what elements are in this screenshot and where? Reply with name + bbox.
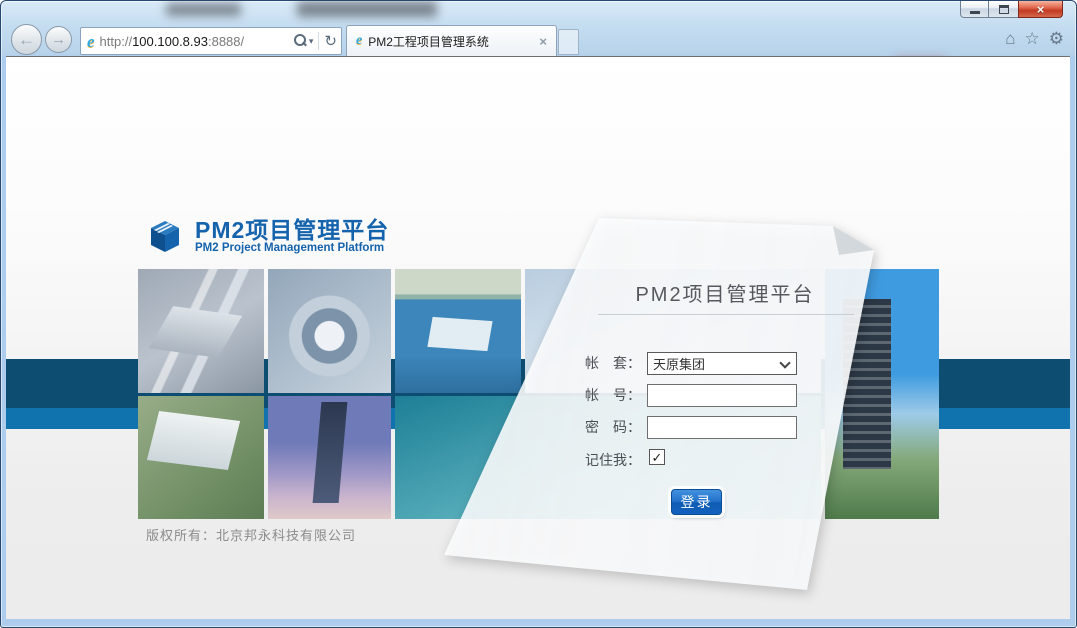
login-button-label: 登录 <box>681 492 713 512</box>
search-dropdown-caret-icon[interactable]: ▾ <box>309 36 314 47</box>
site-ie-icon: e <box>87 33 95 50</box>
browser-tab[interactable]: e PM2工程项目管理系统 × <box>346 25 557 56</box>
login-button[interactable]: 登录 <box>671 489 722 515</box>
minimize-icon <box>970 11 980 14</box>
maximize-button[interactable] <box>989 1 1018 18</box>
maximize-icon <box>999 5 1009 14</box>
navigation-bar: ← → e http://100.100.8.93:8888/ ▾ ↻ e PM… <box>1 23 1076 56</box>
tab-title: PM2工程项目管理系统 <box>368 33 537 50</box>
url-host: 100.100.8.93 <box>132 34 208 49</box>
tab-close-icon[interactable]: × <box>537 34 549 49</box>
address-divider <box>318 32 319 50</box>
settings-gear-icon[interactable]: ⚙ <box>1049 30 1064 47</box>
close-icon: × <box>1037 3 1045 16</box>
address-bar-icons: ▾ ↻ <box>293 32 337 50</box>
password-control <box>647 416 797 439</box>
back-button[interactable]: ← <box>11 24 42 55</box>
window-controls: × <box>960 1 1063 18</box>
browser-window: × ← → e http://100.100.8.93:8888/ ▾ ↻ e … <box>0 0 1077 628</box>
account-set-control: 天原集团 <box>647 352 797 375</box>
account-set-label: 帐 套： <box>558 352 641 375</box>
password-label: 密 码： <box>558 416 641 439</box>
forward-icon: → <box>51 31 66 48</box>
account-set-select[interactable]: 天原集团 <box>647 352 797 375</box>
account-control <box>647 384 797 407</box>
copyright-text: 版权所有：北京邦永科技有限公司 <box>146 525 356 544</box>
favorites-star-icon[interactable]: ☆ <box>1025 30 1040 47</box>
refresh-icon[interactable]: ↻ <box>324 34 337 49</box>
minimize-button[interactable] <box>960 1 989 18</box>
home-icon[interactable]: ⌂ <box>1005 30 1015 47</box>
remember-me-checkbox[interactable]: ✓ <box>649 449 665 465</box>
login-title-divider <box>598 314 854 315</box>
remember-me-label: 记住我： <box>558 449 641 472</box>
url-text: http://100.100.8.93:8888/ <box>100 34 293 49</box>
close-window-button[interactable]: × <box>1018 1 1063 18</box>
account-set-value: 天原集团 <box>653 354 705 373</box>
account-input[interactable] <box>647 384 797 407</box>
browser-toolbar: ⌂ ☆ ⚙ <box>1005 30 1064 47</box>
password-input[interactable] <box>647 416 797 439</box>
background-blur-text <box>166 3 241 16</box>
new-tab-button[interactable] <box>558 29 579 55</box>
url-port-path: :8888/ <box>208 34 244 49</box>
title-bar: × <box>1 1 1076 23</box>
page-content: PM2项目管理平台 PM2 Project Management Platfor… <box>6 56 1070 619</box>
login-title: PM2项目管理平台 <box>591 278 859 307</box>
background-blur-text <box>297 1 437 17</box>
chevron-down-icon <box>779 357 790 368</box>
back-icon: ← <box>18 30 35 50</box>
account-label: 帐 号： <box>558 384 641 407</box>
checkmark-icon: ✓ <box>652 451 663 464</box>
tab-ie-icon: e <box>356 34 362 48</box>
search-icon[interactable] <box>293 34 307 48</box>
address-bar[interactable]: e http://100.100.8.93:8888/ ▾ ↻ <box>80 27 342 55</box>
url-scheme: http:// <box>100 34 133 49</box>
forward-button[interactable]: → <box>45 26 72 53</box>
